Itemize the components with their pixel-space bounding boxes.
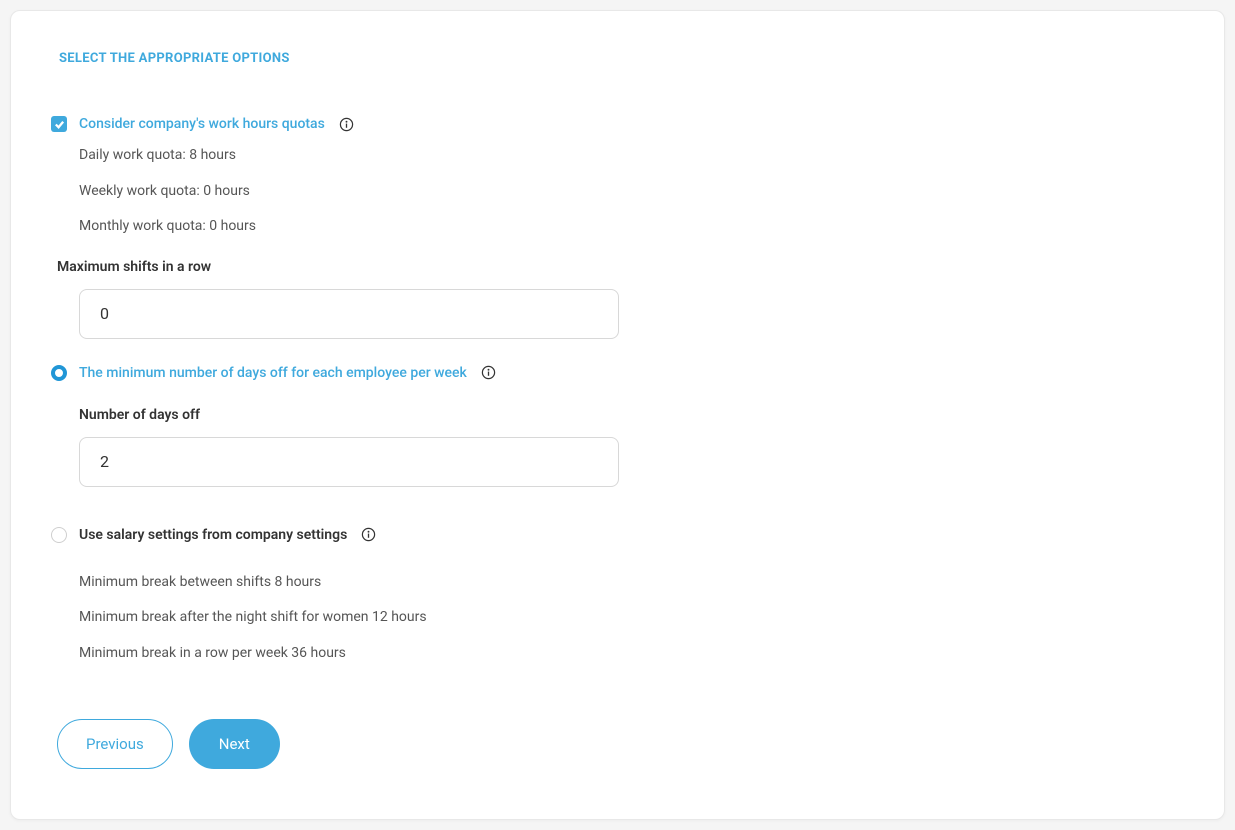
previous-button[interactable]: Previous bbox=[57, 719, 173, 769]
number-days-off-label: Number of days off bbox=[79, 407, 1184, 423]
number-days-off-input[interactable] bbox=[79, 437, 619, 487]
quotas-label[interactable]: Consider company's work hours quotas bbox=[79, 116, 325, 132]
footer-buttons: Previous Next bbox=[57, 719, 1184, 769]
section-title: SELECT THE APPROPRIATE OPTIONS bbox=[59, 51, 1184, 66]
break-between-shifts: Minimum break between shifts 8 hours bbox=[79, 573, 1184, 593]
next-button[interactable]: Next bbox=[189, 719, 280, 769]
max-shifts-label: Maximum shifts in a row bbox=[57, 259, 1184, 275]
days-off-label[interactable]: The minimum number of days off for each … bbox=[79, 365, 467, 381]
salary-option-row: Use salary settings from company setting… bbox=[51, 527, 1184, 543]
quota-list: Daily work quota: 8 hours Weekly work qu… bbox=[79, 146, 1184, 237]
break-night-women: Minimum break after the night shift for … bbox=[79, 608, 1184, 628]
check-icon bbox=[54, 119, 65, 130]
info-icon[interactable] bbox=[481, 365, 496, 380]
max-shifts-input[interactable] bbox=[79, 289, 619, 339]
days-off-option-row: The minimum number of days off for each … bbox=[51, 365, 1184, 381]
salary-radio[interactable] bbox=[51, 527, 67, 543]
monthly-quota: Monthly work quota: 0 hours bbox=[79, 217, 1184, 237]
info-icon[interactable] bbox=[339, 117, 354, 132]
days-off-radio[interactable] bbox=[51, 365, 67, 381]
daily-quota: Daily work quota: 8 hours bbox=[79, 146, 1184, 166]
salary-details: Minimum break between shifts 8 hours Min… bbox=[79, 573, 1184, 664]
salary-label[interactable]: Use salary settings from company setting… bbox=[79, 527, 347, 543]
quotas-option-row: Consider company's work hours quotas bbox=[51, 116, 1184, 132]
options-card: SELECT THE APPROPRIATE OPTIONS Consider … bbox=[10, 10, 1225, 820]
break-row-week: Minimum break in a row per week 36 hours bbox=[79, 644, 1184, 664]
info-icon[interactable] bbox=[361, 527, 376, 542]
quotas-checkbox[interactable] bbox=[51, 116, 67, 132]
weekly-quota: Weekly work quota: 0 hours bbox=[79, 182, 1184, 202]
